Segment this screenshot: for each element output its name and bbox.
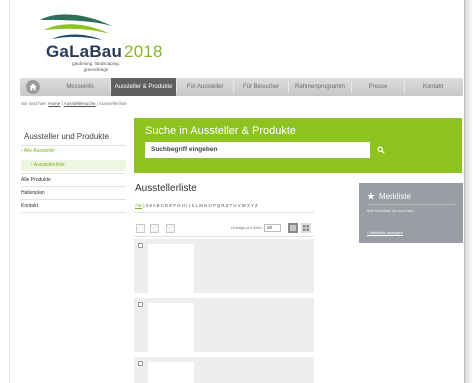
logo-year: 2018 — [124, 42, 163, 61]
merkliste-empty-text: Ihre Merkliste ist noch leer. — [367, 208, 415, 213]
card-checkbox[interactable] — [138, 361, 143, 366]
breadcrumb-search-link[interactable]: Ausstellersuche — [64, 101, 96, 106]
nav-item-presse[interactable]: Presse — [352, 78, 404, 96]
print-icon[interactable] — [166, 224, 175, 233]
logo-tagline-line-2: greendesign — [83, 66, 109, 72]
card-checkbox[interactable] — [138, 302, 143, 307]
sidebar-divider — [21, 212, 126, 213]
list-divider — [134, 236, 314, 237]
alphabet-filter: Alle | 0-9 A B C D E F G H I J K L M N O… — [135, 203, 258, 208]
home-button[interactable] — [26, 80, 40, 94]
search-input[interactable]: Suchbegriff eingeben — [145, 142, 370, 158]
exhibitor-card[interactable] — [134, 357, 314, 383]
nav-item-messeinfo[interactable]: Messeinfo — [50, 78, 110, 96]
nav-item-aussteller-produkte[interactable]: Aussteller & Produkte — [111, 78, 176, 96]
logo-main-text: GaLaBau — [46, 42, 123, 61]
alpha-filter-all[interactable]: Alle — [135, 203, 142, 208]
breadcrumb-separator: | — [61, 101, 63, 106]
merkliste-show-link[interactable]: › Merkliste anzeigen — [367, 230, 403, 235]
per-page-label: Einträge pro Seite: — [231, 226, 263, 230]
exhibitor-image — [148, 244, 194, 293]
main-navigation: Messeinfo Aussteller & Produkte Für Auss… — [20, 78, 463, 96]
nav-item-fuer-aussteller[interactable]: Für Aussteller — [177, 78, 233, 96]
nav-item-kontakt[interactable]: Kontakt — [405, 78, 461, 96]
search-title: Suche in Aussteller & Produkte — [145, 125, 297, 137]
page-title: Ausstellerliste — [135, 183, 197, 194]
sidebar-divider — [21, 173, 126, 174]
breadcrumb: Sie sind hier: Home | Ausstellersuche | … — [21, 101, 127, 106]
merkliste-divider — [367, 204, 455, 205]
logo-wordmark: GaLaBau 2018 — [46, 42, 163, 62]
breadcrumb-prefix: Sie sind hier: — [21, 101, 48, 106]
exhibitor-card[interactable] — [134, 298, 314, 352]
merkliste-panel: Merkliste Ihre Merkliste ist noch leer. … — [359, 183, 463, 243]
search-button[interactable] — [372, 142, 390, 158]
breadcrumb-separator: | — [96, 101, 98, 106]
logo-tagline: gardening. landscaping. greendesign — [72, 61, 120, 72]
sidebar-item-ausstellerliste[interactable]: › Ausstellerliste — [21, 160, 126, 171]
alphabet-divider — [134, 212, 314, 213]
breadcrumb-current: Ausstellerliste — [98, 101, 127, 106]
sidebar-item-hallenplan[interactable]: Hallenplan — [21, 190, 126, 196]
nav-item-rahmenprogramm[interactable]: Rahmenprogramm — [289, 78, 351, 96]
sidebar-divider — [21, 186, 126, 187]
merkliste-title: Merkliste — [379, 192, 412, 201]
per-page-select[interactable]: 20 — [264, 224, 281, 232]
card-checkbox[interactable] — [138, 243, 143, 248]
grid-view-icon[interactable] — [301, 223, 311, 233]
exhibitor-image — [148, 362, 194, 383]
sidebar-divider — [21, 199, 126, 200]
page-shadow — [465, 0, 473, 383]
sidebar-title: Aussteller und Produkte — [24, 132, 109, 141]
sidebar-item-kontakt[interactable]: Kontakt — [21, 203, 126, 209]
home-icon — [29, 83, 37, 91]
list-view-icon[interactable] — [288, 223, 298, 233]
search-icon — [377, 146, 385, 154]
logo-tagline-line-1: gardening. landscaping. — [72, 61, 120, 66]
galabau-logo-icon[interactable] — [38, 12, 114, 42]
sidebar-item-alle-aussteller[interactable]: › Alle Aussteller — [21, 148, 126, 154]
star-icon — [367, 192, 375, 200]
add-to-list-icon[interactable] — [150, 224, 159, 233]
alpha-filter-letters[interactable]: | 0-9 A B C D E F G H I J K L M N O P Q … — [143, 203, 257, 208]
nav-item-fuer-besucher[interactable]: Für Besucher — [234, 78, 288, 96]
search-panel: Suche in Aussteller & Produkte Suchbegri… — [134, 118, 462, 173]
exhibitor-card[interactable] — [134, 239, 314, 293]
select-all-checkbox[interactable] — [136, 224, 145, 233]
sidebar-item-alle-produkte[interactable]: Alle Produkte — [21, 177, 126, 183]
sidebar-divider — [21, 145, 126, 146]
exhibitor-image — [148, 303, 194, 352]
breadcrumb-home-link[interactable]: Home — [48, 101, 60, 106]
